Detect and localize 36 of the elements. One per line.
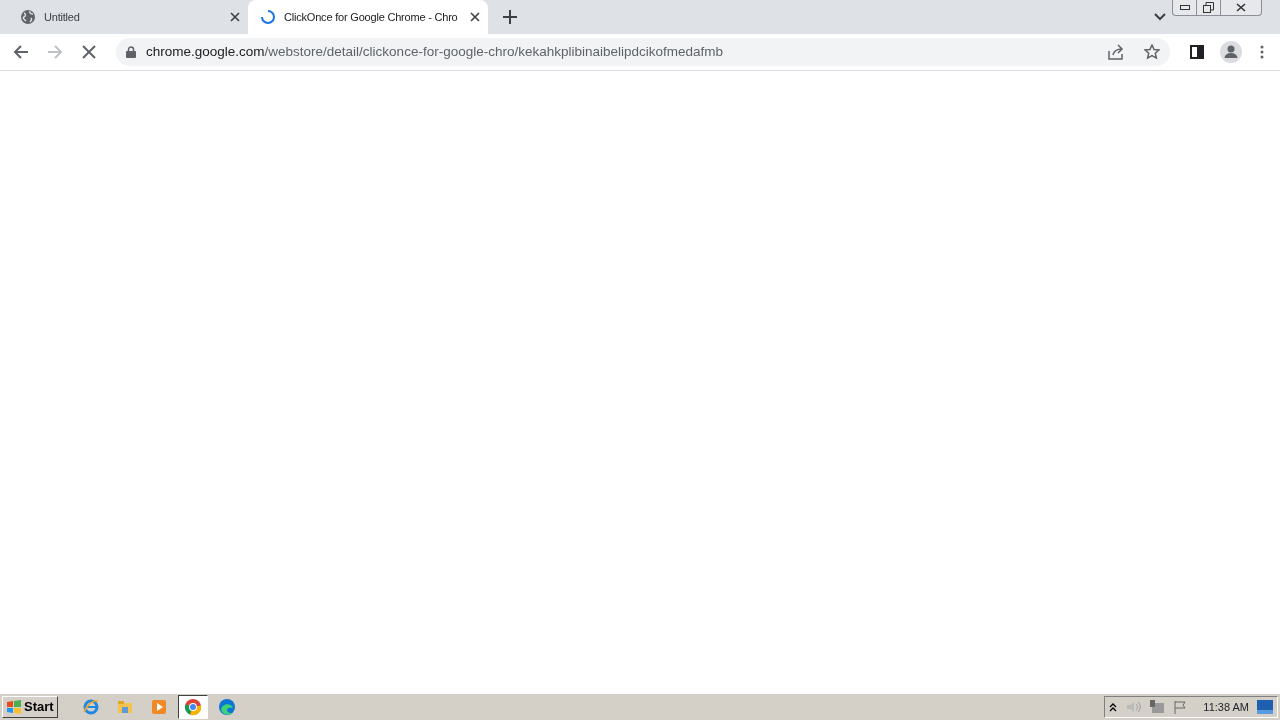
tab-title: ClickOnce for Google Chrome - Chro — [284, 9, 459, 25]
back-icon — [13, 44, 29, 60]
media-player-icon — [149, 698, 168, 716]
chrome-icon — [183, 698, 202, 716]
windows-logo-icon — [6, 700, 22, 714]
chevron-down-icon — [1154, 13, 1166, 21]
start-button[interactable]: Start — [2, 696, 58, 718]
address-bar[interactable]: chrome.google.com/webstore/detail/clickonce-for-google-chro/kekahkplibinaibelipdcikofmedafmb — [116, 38, 1170, 66]
clock-time[interactable]: 11:38 AM — [1203, 698, 1249, 716]
close-icon — [82, 45, 96, 59]
side-panel-icon — [1190, 45, 1204, 59]
close-icon[interactable] — [470, 12, 480, 22]
browser-tab[interactable]: Untitled — [8, 0, 248, 34]
forward-icon — [47, 44, 63, 60]
url-text: chrome.google.com/webstore/detail/clickonce-for-google-chro/kekahkplibinaibelipdcikofmedafmb — [146, 42, 725, 61]
network-icon[interactable] — [1149, 699, 1166, 715]
star-icon[interactable] — [1144, 44, 1160, 60]
tab-title: Untitled — [44, 9, 81, 25]
plus-icon — [503, 10, 517, 24]
menu-icon — [1260, 45, 1264, 59]
lock-icon — [126, 46, 136, 58]
close-icon[interactable] — [230, 12, 240, 22]
minimize-icon — [1179, 4, 1190, 11]
share-icon[interactable] — [1108, 44, 1124, 60]
globe-icon — [20, 9, 36, 25]
loading-spinner-icon — [260, 9, 276, 25]
restore-icon — [1203, 2, 1214, 13]
chevron-up-icon[interactable] — [1109, 702, 1118, 712]
browser-tab[interactable]: ClickOnce for Google Chrome - Chro — [248, 0, 488, 34]
flag-icon[interactable] — [1173, 700, 1188, 714]
folder-icon — [115, 698, 134, 716]
edge-icon — [217, 698, 236, 716]
close-icon — [1236, 3, 1246, 12]
avatar-icon — [1220, 41, 1242, 63]
internet-explorer-icon — [81, 698, 100, 716]
taskbar-app-button[interactable] — [177, 695, 208, 719]
